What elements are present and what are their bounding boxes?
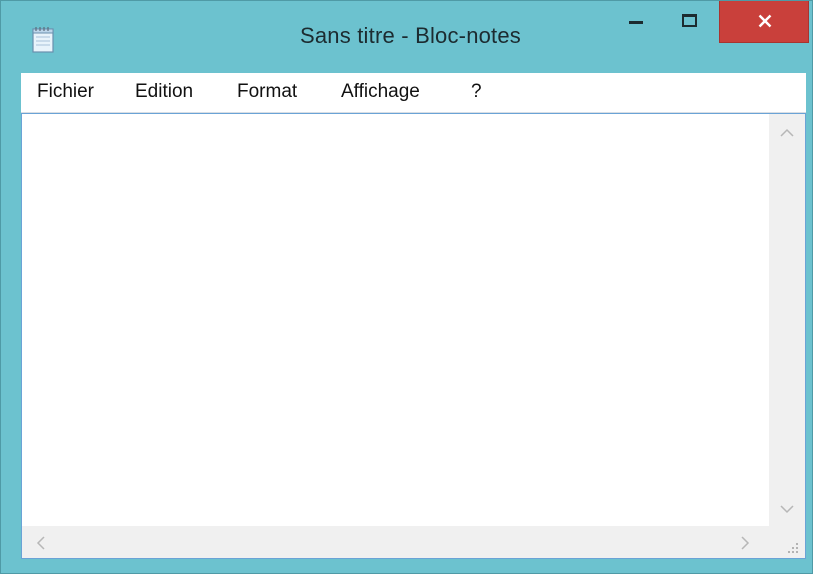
minimize-button[interactable]	[615, 1, 657, 43]
vertical-scrollbar[interactable]	[769, 114, 805, 526]
size-grip-icon	[788, 543, 798, 553]
chevron-down-icon[interactable]	[780, 504, 794, 514]
title-bar[interactable]: Sans titre - Bloc-notes	[1, 1, 812, 73]
menu-format[interactable]: Format	[237, 81, 297, 103]
chevron-up-icon[interactable]	[780, 128, 794, 138]
menu-fichier[interactable]: Fichier	[37, 81, 94, 103]
maximize-button[interactable]	[665, 1, 713, 43]
chevron-right-icon[interactable]	[740, 536, 750, 550]
close-button[interactable]	[719, 1, 809, 43]
editor-area	[21, 113, 806, 559]
chevron-left-icon[interactable]	[36, 536, 46, 550]
menu-help[interactable]: ?	[471, 81, 482, 103]
menu-edition[interactable]: Edition	[135, 81, 193, 103]
text-editor[interactable]	[22, 114, 769, 526]
size-grip[interactable]	[769, 526, 805, 558]
menu-bar: Fichier Edition Format Affichage ?	[21, 73, 806, 113]
maximize-icon	[682, 14, 697, 27]
horizontal-scrollbar[interactable]	[22, 526, 769, 558]
close-icon	[758, 14, 772, 28]
minimize-icon	[629, 21, 643, 24]
notepad-window: Sans titre - Bloc-notes Fichier Edition …	[0, 0, 813, 574]
menu-affichage[interactable]: Affichage	[341, 81, 420, 103]
